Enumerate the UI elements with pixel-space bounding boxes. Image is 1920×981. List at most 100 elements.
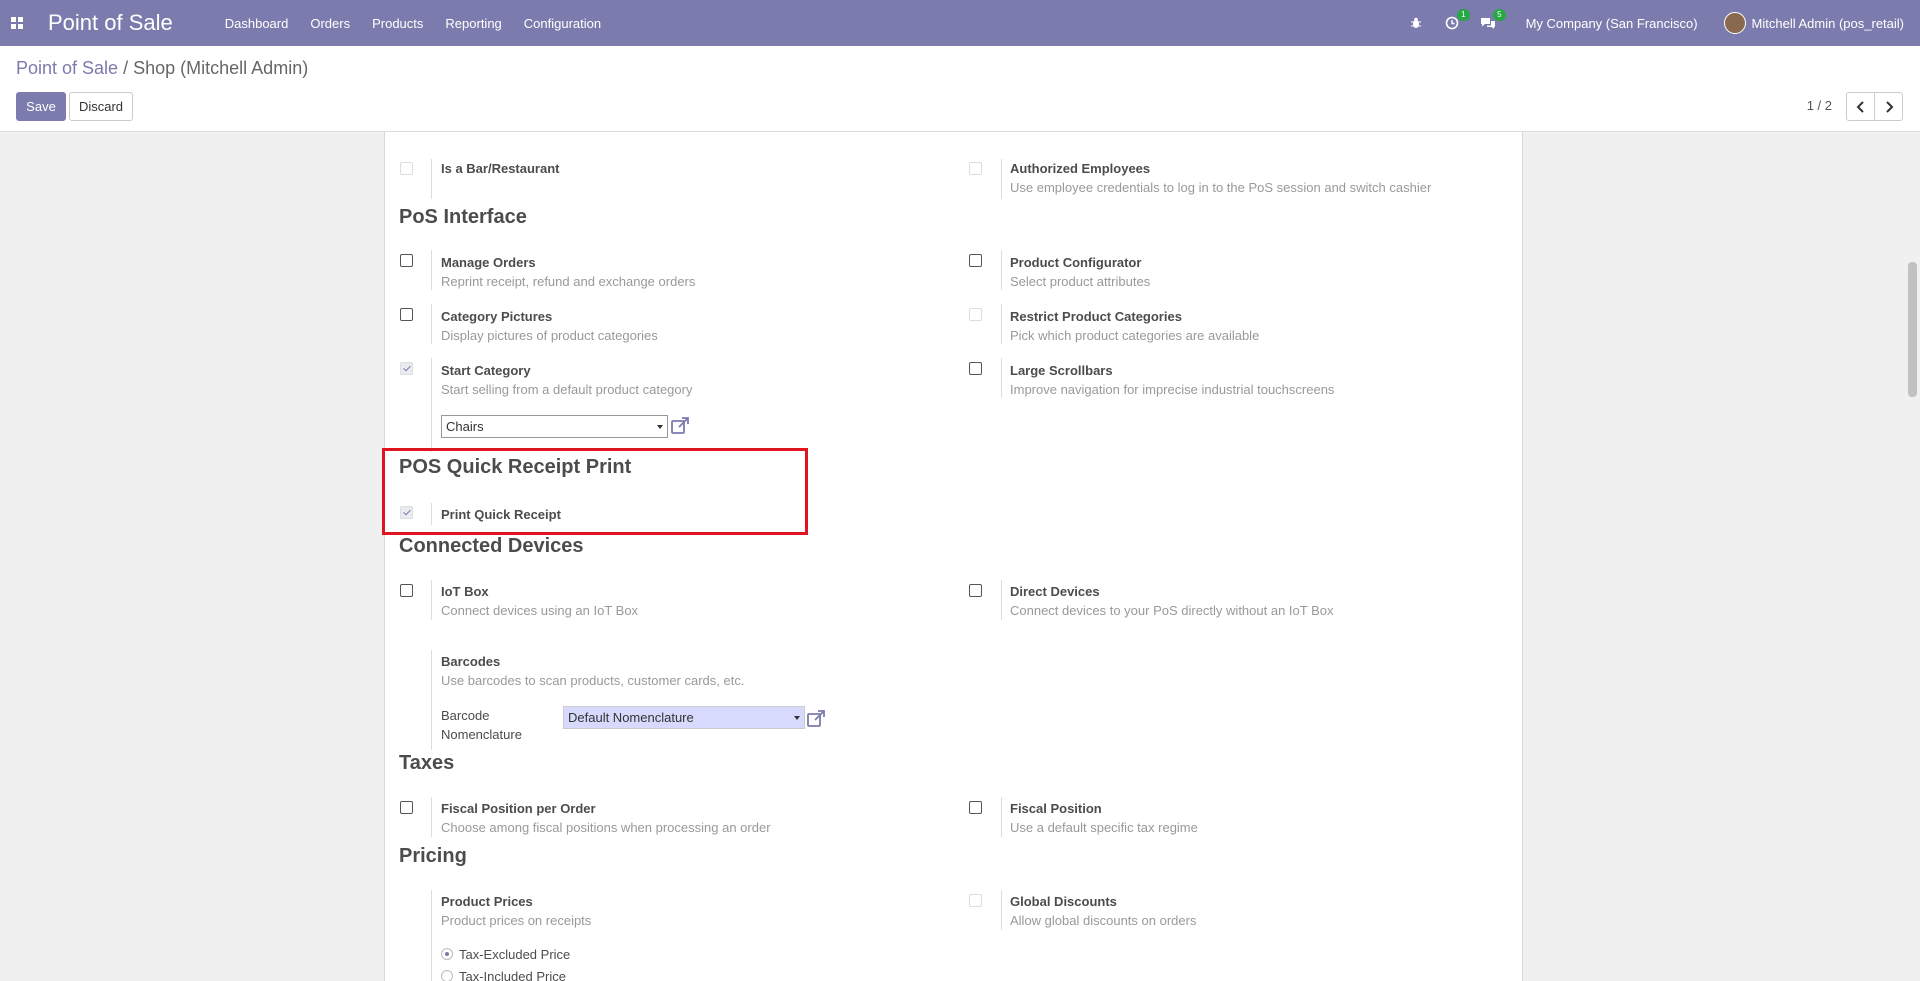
pager-next-button[interactable] [1874, 92, 1903, 121]
divider [1001, 159, 1002, 199]
fiscal-position-per-order-checkbox[interactable] [400, 801, 413, 814]
barcode-nomenclature-label-2: Nomenclature [441, 727, 522, 742]
barcode-nomenclature-select[interactable]: Default Nomenclature [563, 706, 805, 729]
large-scrollbars-checkbox[interactable] [969, 362, 982, 375]
authorized-employees-desc: Use employee credentials to log in to th… [1010, 180, 1432, 195]
start-category-select[interactable]: Chairs [441, 415, 668, 438]
messages-badge: 5 [1493, 9, 1506, 21]
section-pricing: Pricing [399, 845, 467, 867]
section-connected-devices: Connected Devices [399, 535, 584, 557]
large-scrollbars-desc: Improve navigation for imprecise industr… [1010, 382, 1335, 397]
category-pictures-checkbox[interactable] [400, 308, 413, 321]
external-link-icon[interactable] [806, 709, 826, 729]
start-category-title: Start Category [441, 363, 531, 378]
barcode-nomenclature-value: Default Nomenclature [568, 710, 694, 725]
manage-orders-desc: Reprint receipt, refund and exchange ord… [441, 274, 696, 289]
breadcrumb: Point of Sale / Shop (Mitchell Admin) [16, 58, 308, 79]
pager-value[interactable]: 1 / 2 [1807, 98, 1832, 113]
fiscal-position-per-order-desc: Choose among fiscal positions when proce… [441, 820, 771, 835]
start-category-desc: Start selling from a default product cat… [441, 382, 693, 397]
divider [1001, 250, 1002, 290]
product-configurator-checkbox[interactable] [969, 254, 982, 267]
divider [1001, 580, 1002, 620]
authorized-employees-title: Authorized Employees [1010, 161, 1151, 176]
menu-orders[interactable]: Orders [310, 16, 350, 31]
large-scrollbars-title: Large Scrollbars [1010, 363, 1113, 378]
fiscal-position-checkbox[interactable] [969, 801, 982, 814]
divider [431, 304, 432, 344]
menu-configuration[interactable]: Configuration [524, 16, 601, 31]
bar-restaurant-checkbox[interactable] [400, 162, 413, 175]
menu-products[interactable]: Products [372, 16, 423, 31]
chevron-right-icon [1885, 100, 1893, 113]
tax-excluded-radio[interactable] [441, 948, 453, 960]
section-pos-interface: PoS Interface [399, 206, 527, 228]
top-navbar: Point of Sale Dashboard Orders Products … [0, 0, 1920, 46]
direct-devices-checkbox[interactable] [969, 584, 982, 597]
iot-box-checkbox[interactable] [400, 584, 413, 597]
highlight-box [382, 448, 808, 535]
category-pictures-title: Category Pictures [441, 309, 553, 324]
external-link-icon[interactable] [670, 416, 690, 436]
navbar-systray: 1 5 My Company (San Francisco) Mitchell … [1388, 0, 1904, 46]
tax-included-radio[interactable] [441, 970, 453, 981]
tax-excluded-label: Tax-Excluded Price [459, 947, 571, 962]
divider [1001, 358, 1002, 398]
start-category-checkbox[interactable] [400, 362, 413, 375]
manage-orders-title: Manage Orders [441, 255, 536, 270]
caret-down-icon [657, 425, 663, 429]
iot-box-desc: Connect devices using an IoT Box [441, 603, 639, 618]
fiscal-position-per-order-title: Fiscal Position per Order [441, 801, 596, 816]
bug-icon[interactable] [1408, 15, 1424, 31]
app-brand[interactable]: Point of Sale [48, 10, 173, 36]
company-switcher[interactable]: My Company (San Francisco) [1526, 16, 1698, 31]
direct-devices-desc: Connect devices to your PoS directly wit… [1010, 603, 1334, 618]
direct-devices-title: Direct Devices [1010, 584, 1100, 599]
divider [431, 650, 432, 750]
activity-clock-icon[interactable]: 1 [1444, 9, 1470, 31]
barcodes-title: Barcodes [441, 654, 501, 669]
global-discounts-desc: Allow global discounts on orders [1010, 913, 1197, 928]
save-button[interactable]: Save [16, 92, 66, 121]
global-discounts-title: Global Discounts [1010, 894, 1117, 909]
divider [431, 580, 432, 620]
divider [1001, 890, 1002, 930]
global-discounts-checkbox[interactable] [969, 894, 982, 907]
authorized-employees-checkbox[interactable] [969, 162, 982, 175]
caret-down-icon [794, 716, 800, 720]
divider [1001, 304, 1002, 344]
main-menu: Dashboard Orders Products Reporting Conf… [225, 16, 623, 31]
chevron-left-icon [1856, 100, 1864, 113]
discard-button[interactable]: Discard [69, 92, 133, 121]
product-prices-title: Product Prices [441, 894, 533, 909]
control-panel: Point of Sale / Shop (Mitchell Admin) Sa… [0, 46, 1920, 132]
divider [431, 250, 432, 290]
divider [431, 797, 432, 837]
bar-restaurant-title: Is a Bar/Restaurant [441, 161, 560, 176]
activity-badge: 1 [1457, 9, 1470, 21]
divider [431, 890, 432, 981]
barcodes-desc: Use barcodes to scan products, customer … [441, 673, 745, 688]
iot-box-title: IoT Box [441, 584, 489, 599]
fiscal-position-title: Fiscal Position [1010, 801, 1102, 816]
divider [1001, 797, 1002, 837]
apps-menu-icon[interactable] [10, 16, 24, 30]
breadcrumb-root-link[interactable]: Point of Sale [16, 58, 118, 78]
user-avatar[interactable] [1723, 12, 1746, 34]
tax-included-label: Tax-Included Price [459, 969, 566, 981]
messages-chat-icon[interactable]: 5 [1480, 9, 1506, 31]
breadcrumb-separator: / [123, 58, 129, 78]
menu-dashboard[interactable]: Dashboard [225, 16, 289, 31]
scrollbar-thumb[interactable] [1908, 262, 1917, 397]
restrict-categories-desc: Pick which product categories are availa… [1010, 328, 1260, 343]
breadcrumb-current: Shop (Mitchell Admin) [133, 58, 309, 78]
page-scrollbar[interactable] [1905, 132, 1920, 981]
section-taxes: Taxes [399, 752, 455, 774]
form-sheet: Is a Bar/Restaurant Authorized Employees… [384, 132, 1523, 981]
user-menu[interactable]: Mitchell Admin (pos_retail) [1752, 16, 1904, 31]
menu-reporting[interactable]: Reporting [445, 16, 501, 31]
divider [431, 358, 432, 452]
pager-previous-button[interactable] [1846, 92, 1875, 121]
manage-orders-checkbox[interactable] [400, 254, 413, 267]
restrict-categories-checkbox[interactable] [969, 308, 982, 321]
